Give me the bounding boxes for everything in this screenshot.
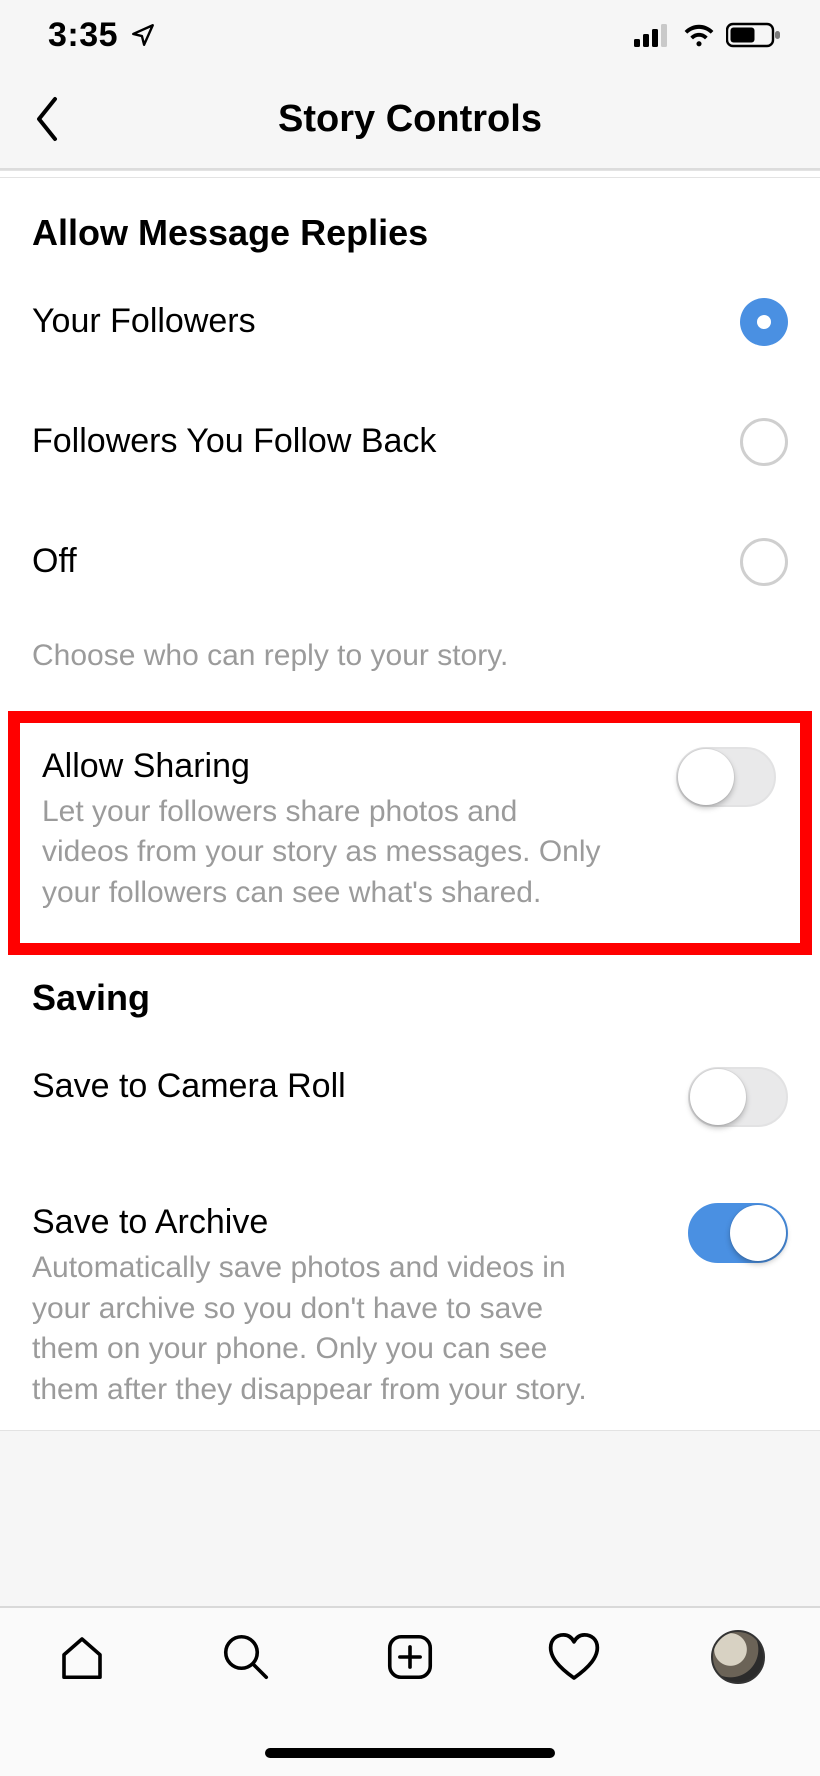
toggle-save-to-camera-roll[interactable] xyxy=(688,1067,788,1127)
battery-icon xyxy=(726,22,782,48)
toggle-allow-sharing[interactable] xyxy=(676,747,776,807)
home-icon xyxy=(55,1630,109,1684)
location-services-icon xyxy=(130,22,156,48)
toggle-knob-icon xyxy=(690,1069,746,1125)
status-time: 3:35 xyxy=(48,16,118,55)
row-title: Save to Archive xyxy=(32,1203,648,1242)
status-bar: 3:35 xyxy=(0,0,820,70)
row-title: Save to Camera Roll xyxy=(32,1067,648,1106)
back-button[interactable] xyxy=(22,94,72,144)
radio-row-followers-you-follow-back[interactable]: Followers You Follow Back xyxy=(0,384,820,504)
section-heading-replies: Allow Message Replies xyxy=(0,178,820,264)
cellular-signal-icon xyxy=(634,23,672,47)
row-description: Let your followers share photos and vide… xyxy=(42,792,602,914)
heart-icon xyxy=(546,1630,602,1684)
row-allow-sharing[interactable]: Allow Sharing Let your followers share p… xyxy=(20,723,800,944)
toggle-knob-icon xyxy=(678,749,734,805)
toggle-save-to-archive[interactable] xyxy=(688,1203,788,1263)
tab-activity[interactable] xyxy=(534,1630,614,1684)
separator xyxy=(0,170,820,178)
radio-button-icon xyxy=(740,298,788,346)
page-title: Story Controls xyxy=(278,98,542,141)
tab-home[interactable] xyxy=(42,1630,122,1684)
radio-row-off[interactable]: Off xyxy=(0,504,820,624)
radio-button-icon xyxy=(740,418,788,466)
home-indicator[interactable] xyxy=(265,1748,555,1758)
row-save-to-archive[interactable]: Save to Archive Automatically save photo… xyxy=(0,1165,820,1430)
radio-label: Your Followers xyxy=(32,302,740,341)
toggle-knob-icon xyxy=(730,1205,786,1261)
radio-label: Followers You Follow Back xyxy=(32,422,740,461)
search-icon xyxy=(219,1630,273,1684)
settings-content: Allow Message Replies Your Followers Fol… xyxy=(0,178,820,1431)
tab-search[interactable] xyxy=(206,1630,286,1684)
section-hint-replies: Choose who can reply to your story. xyxy=(0,624,820,711)
row-title: Allow Sharing xyxy=(42,747,636,786)
wifi-icon xyxy=(682,23,716,47)
divider xyxy=(0,1430,820,1431)
nav-bar: Story Controls xyxy=(0,70,820,170)
radio-row-your-followers[interactable]: Your Followers xyxy=(0,264,820,384)
radio-button-icon xyxy=(740,538,788,586)
profile-avatar-icon xyxy=(711,1630,765,1684)
row-description: Automatically save photos and videos in … xyxy=(32,1248,592,1410)
tab-new-post[interactable] xyxy=(370,1630,450,1684)
section-heading-saving: Saving xyxy=(0,955,820,1029)
tab-profile[interactable] xyxy=(698,1630,778,1684)
row-save-to-camera-roll[interactable]: Save to Camera Roll xyxy=(0,1029,820,1165)
annotation-highlight: Allow Sharing Let your followers share p… xyxy=(8,711,812,956)
plus-square-icon xyxy=(383,1630,437,1684)
radio-label: Off xyxy=(32,542,740,581)
